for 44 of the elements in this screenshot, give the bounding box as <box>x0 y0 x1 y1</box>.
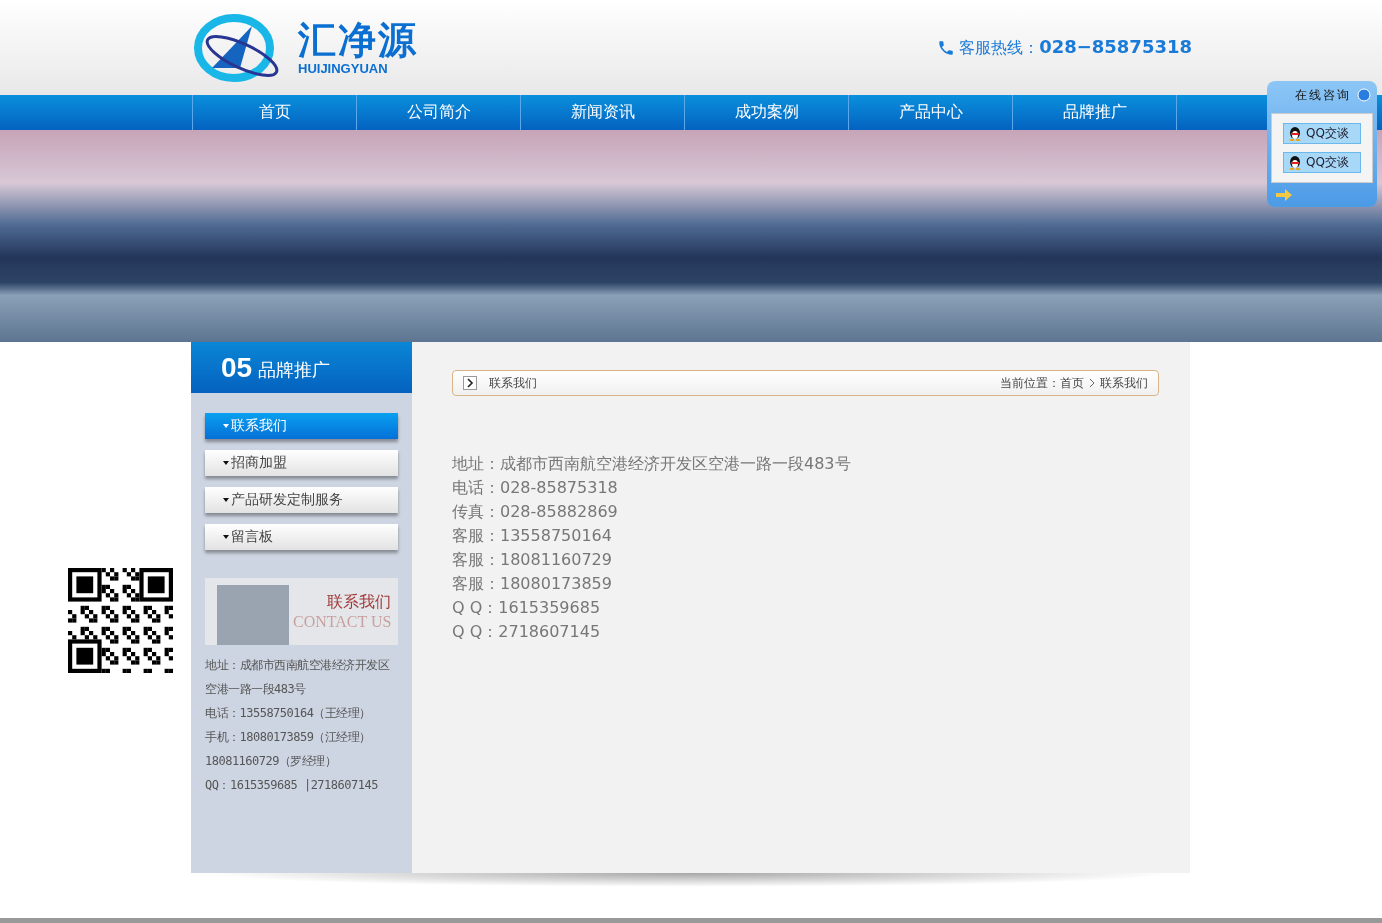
breadcrumb-link[interactable]: 联系我们 <box>1100 374 1148 392</box>
caret-icon <box>223 424 229 428</box>
banner-title: 联系我们 <box>327 592 392 613</box>
caret-icon <box>223 461 229 465</box>
banner-subtitle: CONTACT US <box>293 613 392 631</box>
qq-chat-button[interactable]: QQ交谈 <box>1283 152 1361 173</box>
page-title: 联系我们 <box>489 374 538 392</box>
contact-line: 地址：成都市西南航空港经济开发区空港一路一段483号 <box>205 657 391 698</box>
qr-code-icon <box>68 568 173 673</box>
widget-title: 在线咨询 <box>1295 86 1351 104</box>
qq-chat-button[interactable]: QQ交谈 <box>1283 123 1361 144</box>
contact-line: 手机：18080173859（江经理） <box>205 729 372 746</box>
contact-info-line: 传真：028-85882869 <box>452 501 619 523</box>
contact-line: 18081160729（罗经理） <box>205 753 338 770</box>
section-title: 品牌推广 <box>258 357 331 382</box>
globe-icon <box>1357 88 1371 102</box>
chevron-icon <box>463 376 477 390</box>
logo-subtitle: HUIJINGYUAN <box>298 61 389 76</box>
logo-title: 汇净源 <box>298 19 418 61</box>
sidebar-menu-item[interactable]: 招商加盟 <box>205 450 398 476</box>
photo-placeholder <box>217 585 289 645</box>
location-label: 当前位置： <box>1000 374 1060 392</box>
contact-info-line: 客服：13558750164 <box>452 525 613 547</box>
contact-info-line: 客服：18081160729 <box>452 549 613 571</box>
sidebar-menu-item[interactable]: 产品研发定制服务 <box>205 487 398 513</box>
contact-info-line: 电话：028-85875318 <box>452 477 619 499</box>
contact-info-line: 客服：18080173859 <box>452 573 613 595</box>
chevron-icon <box>1088 378 1096 388</box>
sidebar-menu-item[interactable]: 联系我们 <box>205 413 398 439</box>
section-number: 05 <box>221 351 253 384</box>
breadcrumb-link[interactable]: 首页 <box>1060 374 1084 392</box>
phone-icon <box>937 38 956 57</box>
contact-line: 电话：13558750164（王经理） <box>205 705 372 722</box>
penguin-icon <box>1288 155 1302 170</box>
caret-icon <box>223 535 229 539</box>
arrow-icon[interactable] <box>1275 188 1293 202</box>
contact-line: QQ：1615359685 |2718607145 <box>205 777 379 794</box>
contact-info-line: Q Q：2718607145 <box>452 621 602 643</box>
hotline-text: 客服热线：028−85875318 <box>959 36 1192 59</box>
penguin-icon <box>1288 126 1302 141</box>
caret-icon <box>223 498 229 502</box>
sidebar-menu-item[interactable]: 留言板 <box>205 524 398 550</box>
contact-info-line: 地址：成都市西南航空港经济开发区空港一路一段483号 <box>452 453 852 475</box>
contact-info-line: Q Q：1615359685 <box>452 597 602 619</box>
